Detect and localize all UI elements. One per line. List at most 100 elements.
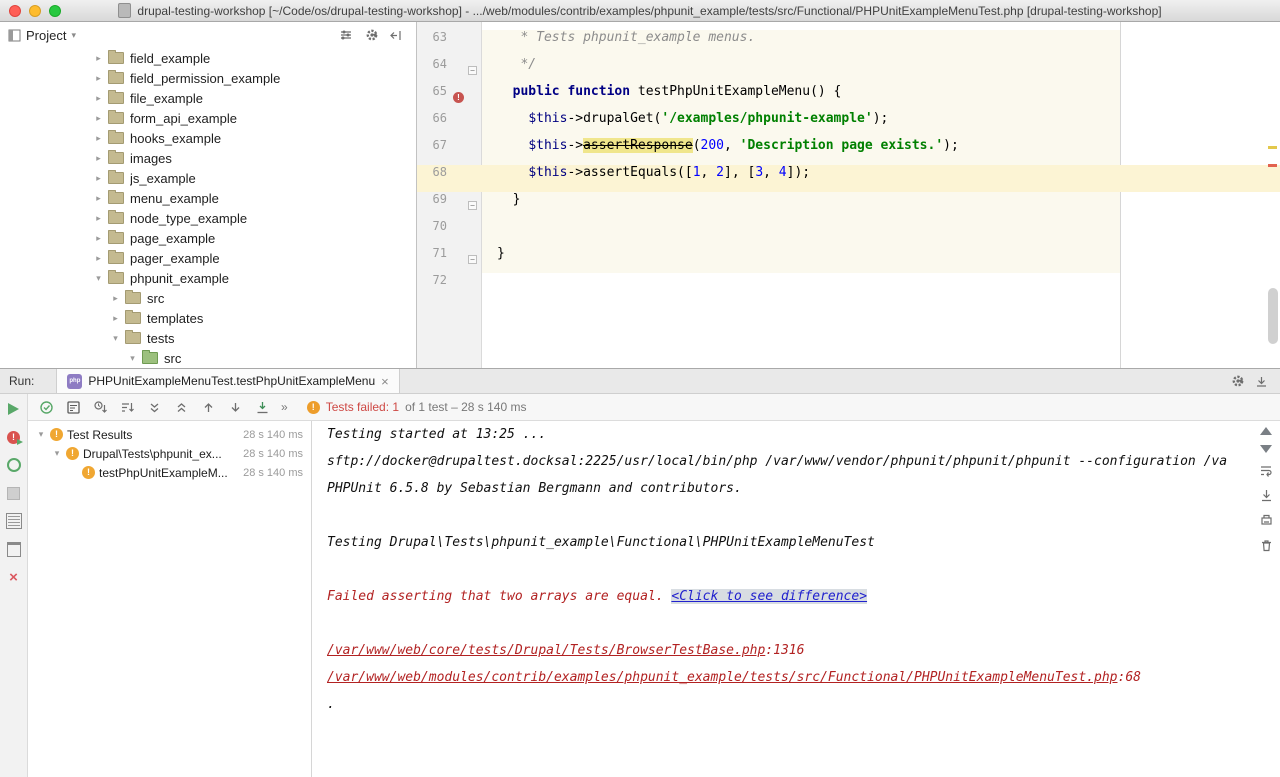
project-tree-item[interactable]: ▸hooks_example <box>0 128 416 148</box>
next-failed-test-button[interactable] <box>227 399 243 415</box>
editor-line[interactable]: 69− } <box>417 192 1280 219</box>
editor[interactable]: 63 * Tests phpunit_example menus.64− */6… <box>417 22 1280 368</box>
chevron-down-icon[interactable]: ▾ <box>50 448 64 459</box>
line-number[interactable]: 69 <box>417 192 447 206</box>
editor-line[interactable]: 67 $this->assertResponse(200, 'Descripti… <box>417 138 1280 165</box>
view-options-icon[interactable] <box>339 28 353 42</box>
project-tree-item[interactable]: ▸form_api_example <box>0 108 416 128</box>
zoom-window-button[interactable] <box>49 5 61 17</box>
line-number[interactable]: 66 <box>417 111 447 125</box>
chevron-right-icon[interactable]: ▸ <box>92 173 105 184</box>
minimize-window-button[interactable] <box>29 5 41 17</box>
test-failed-gutter-icon[interactable]: ! <box>453 92 464 103</box>
close-window-button[interactable] <box>9 5 21 17</box>
chevron-right-icon[interactable]: ▸ <box>92 193 105 204</box>
hide-panel-icon[interactable] <box>389 29 402 42</box>
fold-marker-icon[interactable]: − <box>468 201 477 210</box>
error-stripe-mark[interactable] <box>1268 164 1277 167</box>
line-number[interactable]: 71 <box>417 246 447 260</box>
chevron-right-icon[interactable]: ▸ <box>92 233 105 244</box>
run-settings-button[interactable]: ▾ <box>1231 374 1243 388</box>
line-number[interactable]: 67 <box>417 138 447 152</box>
fold-marker-icon[interactable]: − <box>468 255 477 264</box>
project-tree-item[interactable]: ▸node_type_example <box>0 208 416 228</box>
import-test-results-button[interactable] <box>254 399 270 415</box>
test-tree-item[interactable]: ▾!Drupal\Tests\phpunit_ex...28 s 140 ms <box>28 444 311 463</box>
editor-line[interactable]: 68 $this->assertEquals([1, 2], [3, 4]); <box>417 165 1280 192</box>
test-tree-item[interactable]: ▸!testPhpUnitExampleM...28 s 140 ms <box>28 463 311 482</box>
project-tree-item[interactable]: ▾src <box>0 348 416 368</box>
stack-trace-link[interactable]: /var/www/web/modules/contrib/examples/ph… <box>327 670 1118 685</box>
chevron-down-icon[interactable]: ▾ <box>92 273 105 284</box>
chevron-right-icon[interactable]: ▸ <box>92 93 105 104</box>
editor-scrollbar[interactable] <box>1268 288 1278 344</box>
expand-all-button[interactable] <box>146 399 162 415</box>
sort-by-duration-button[interactable] <box>92 399 108 415</box>
project-panel-header[interactable]: Project ▾ ▾ <box>0 22 416 48</box>
toggle-auto-test-button[interactable] <box>5 457 23 473</box>
project-tree-item[interactable]: ▸page_example <box>0 228 416 248</box>
line-number[interactable]: 70 <box>417 219 447 233</box>
scroll-to-end-icon[interactable] <box>1259 488 1274 503</box>
chevron-right-icon[interactable]: ▸ <box>92 213 105 224</box>
editor-line[interactable]: 63 * Tests phpunit_example menus. <box>417 30 1280 57</box>
down-stack-trace-icon[interactable] <box>1260 445 1272 453</box>
editor-line[interactable]: 64− */ <box>417 57 1280 84</box>
chevron-right-icon[interactable]: ▸ <box>92 113 105 124</box>
previous-failed-test-button[interactable] <box>200 399 216 415</box>
run-tab[interactable]: php PHPUnitExampleMenuTest.testPhpUnitEx… <box>56 369 399 393</box>
show-passed-button[interactable] <box>38 399 54 415</box>
chevron-right-icon[interactable]: ▸ <box>92 73 105 84</box>
collapse-all-button[interactable] <box>173 399 189 415</box>
chevron-right-icon[interactable]: ▸ <box>92 53 105 64</box>
project-tree-item[interactable]: ▸menu_example <box>0 188 416 208</box>
clear-all-icon[interactable] <box>1259 538 1274 553</box>
restore-layout-button[interactable] <box>5 541 23 557</box>
close-run-panel-button[interactable]: × <box>5 569 23 585</box>
stop-button[interactable] <box>5 485 23 501</box>
project-tree-item[interactable]: ▸field_example <box>0 48 416 68</box>
project-tree-item[interactable]: ▾phpunit_example <box>0 268 416 288</box>
line-number[interactable]: 68 <box>417 165 447 179</box>
project-tree-item[interactable]: ▸src <box>0 288 416 308</box>
editor-line[interactable]: 72 <box>417 273 1280 300</box>
close-tab-icon[interactable]: × <box>381 375 389 388</box>
line-number[interactable]: 65 <box>417 84 447 98</box>
project-tree-item[interactable]: ▸pager_example <box>0 248 416 268</box>
window-titlebar[interactable]: drupal-testing-workshop [~/Code/os/drupa… <box>0 0 1280 22</box>
stack-trace-link[interactable]: /var/www/web/core/tests/Drupal/Tests/Bro… <box>327 643 765 658</box>
chevron-right-icon[interactable]: ▸ <box>92 253 105 264</box>
chevron-right-icon[interactable]: ▸ <box>92 153 105 164</box>
show-ignored-button[interactable] <box>65 399 81 415</box>
editor-line[interactable]: 66 $this->drupalGet('/examples/phpunit-e… <box>417 111 1280 138</box>
chevron-right-icon[interactable]: ▸ <box>109 293 122 304</box>
chevron-down-icon[interactable]: ▾ <box>71 30 76 41</box>
toolbar-overflow-icon[interactable]: » <box>281 400 288 414</box>
rerun-failed-tests-button[interactable]: ! <box>5 429 23 445</box>
editor-line[interactable]: 71−} <box>417 246 1280 273</box>
fold-marker-icon[interactable]: − <box>468 66 477 75</box>
project-tree-item[interactable]: ▸images <box>0 148 416 168</box>
chevron-right-icon[interactable]: ▸ <box>109 313 122 324</box>
soft-wrap-icon[interactable] <box>1259 463 1274 478</box>
rerun-button[interactable] <box>5 401 23 417</box>
settings-button[interactable]: ▾ <box>365 28 377 42</box>
line-number[interactable]: 63 <box>417 30 447 44</box>
chevron-down-icon[interactable]: ▾ <box>109 333 122 344</box>
project-tree-item[interactable]: ▾tests <box>0 328 416 348</box>
line-number[interactable]: 72 <box>417 273 447 287</box>
chevron-down-icon[interactable]: ▾ <box>126 353 139 364</box>
sort-alphabetically-button[interactable] <box>119 399 135 415</box>
dump-console-button[interactable] <box>5 513 23 529</box>
test-console[interactable]: Testing started at 13:25 ...sftp://docke… <box>312 421 1280 777</box>
test-tree-item[interactable]: ▾!Test Results28 s 140 ms <box>28 425 311 444</box>
hide-panel-icon[interactable] <box>1255 375 1268 388</box>
up-stack-trace-icon[interactable] <box>1260 427 1272 435</box>
project-tree-item[interactable]: ▸templates <box>0 308 416 328</box>
line-number[interactable]: 64 <box>417 57 447 71</box>
project-tree-item[interactable]: ▸field_permission_example <box>0 68 416 88</box>
editor-line[interactable]: 70 <box>417 219 1280 246</box>
print-icon[interactable] <box>1259 513 1274 528</box>
diff-link[interactable]: <Click to see difference> <box>671 589 867 604</box>
editor-line[interactable]: 65! public function testPhpUnitExampleMe… <box>417 84 1280 111</box>
